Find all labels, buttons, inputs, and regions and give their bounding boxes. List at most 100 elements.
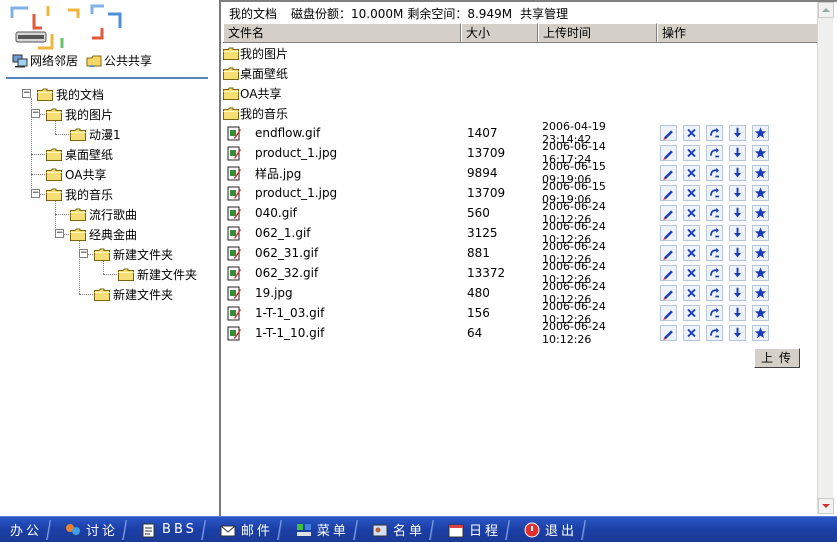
tree-node[interactable]: 桌面壁纸 — [46, 144, 113, 164]
edit-button[interactable] — [660, 305, 677, 321]
download-button[interactable] — [729, 165, 746, 181]
edit-button[interactable] — [660, 185, 677, 201]
tree-node[interactable]: OA共享 — [46, 164, 106, 184]
scroll-up-button[interactable] — [818, 2, 834, 18]
favorite-button[interactable] — [752, 185, 769, 201]
download-button[interactable] — [729, 145, 746, 161]
delete-button[interactable] — [683, 205, 700, 221]
folder-row[interactable]: 桌面壁纸 — [223, 63, 818, 83]
tree-node[interactable]: 新建文件夹 — [94, 244, 173, 264]
vertical-scrollbar[interactable] — [817, 2, 834, 514]
taskbar-menu-button[interactable]: 菜单 — [285, 519, 361, 541]
folder-name[interactable]: OA共享 — [240, 85, 281, 102]
edit-button[interactable] — [660, 285, 677, 301]
delete-button[interactable] — [683, 225, 700, 241]
folder-name[interactable]: 我的图片 — [240, 45, 288, 62]
file-name[interactable]: 1-T-1_03.gif — [255, 306, 324, 320]
rename-button[interactable] — [706, 325, 723, 341]
folder-row[interactable]: 我的图片 — [223, 43, 818, 63]
taskbar-calendar-button[interactable]: 日程 — [437, 519, 513, 541]
favorite-button[interactable] — [752, 325, 769, 341]
delete-button[interactable] — [683, 125, 700, 141]
favorite-button[interactable] — [752, 285, 769, 301]
favorite-button[interactable] — [752, 145, 769, 161]
download-button[interactable] — [729, 205, 746, 221]
delete-button[interactable] — [683, 185, 700, 201]
file-name[interactable]: 040.gif — [255, 206, 297, 220]
folder-name[interactable]: 桌面壁纸 — [240, 65, 288, 82]
edit-button[interactable] — [660, 125, 677, 141]
upload-button[interactable]: 上传 — [754, 348, 800, 368]
tree-node[interactable]: 我的图片 — [46, 104, 113, 124]
header-upload-time[interactable]: 上传时间 — [538, 23, 657, 42]
edit-button[interactable] — [660, 145, 677, 161]
tree-node[interactable]: 我的文档 — [37, 84, 104, 104]
tree-node[interactable]: 动漫1 — [70, 124, 121, 144]
edit-button[interactable] — [660, 325, 677, 341]
favorite-button[interactable] — [752, 205, 769, 221]
taskbar-contacts-button[interactable]: 名单 — [361, 519, 437, 541]
favorite-button[interactable] — [752, 165, 769, 181]
file-name[interactable]: 062_32.gif — [255, 266, 318, 280]
file-name[interactable]: 19.jpg — [255, 286, 293, 300]
favorite-button[interactable] — [752, 265, 769, 281]
tree-collapse-toggle[interactable]: − — [31, 109, 40, 118]
folder-row[interactable]: OA共享 — [223, 83, 818, 103]
tree-collapse-toggle[interactable]: − — [31, 189, 40, 198]
tree-node[interactable]: 新建文件夹 — [94, 284, 173, 304]
header-filename[interactable]: 文件名 — [223, 23, 461, 42]
rename-button[interactable] — [706, 205, 723, 221]
edit-button[interactable] — [660, 245, 677, 261]
file-name[interactable]: 062_31.gif — [255, 246, 318, 260]
tree-collapse-toggle[interactable]: − — [79, 249, 88, 258]
download-button[interactable] — [729, 285, 746, 301]
edit-button[interactable] — [660, 265, 677, 281]
edit-button[interactable] — [660, 205, 677, 221]
rename-button[interactable] — [706, 245, 723, 261]
tree-node[interactable]: 流行歌曲 — [70, 204, 137, 224]
download-button[interactable] — [729, 125, 746, 141]
taskbar-exit-button[interactable]: 退出 — [513, 519, 589, 541]
tree-node[interactable]: 新建文件夹 — [118, 264, 197, 284]
favorite-button[interactable] — [752, 305, 769, 321]
edit-button[interactable] — [660, 225, 677, 241]
delete-button[interactable] — [683, 325, 700, 341]
rename-button[interactable] — [706, 305, 723, 321]
taskbar-mail-button[interactable]: 邮件 — [209, 519, 285, 541]
rename-button[interactable] — [706, 145, 723, 161]
rename-button[interactable] — [706, 165, 723, 181]
download-button[interactable] — [729, 185, 746, 201]
scroll-down-button[interactable] — [818, 498, 834, 514]
folder-name[interactable]: 我的音乐 — [240, 105, 288, 122]
favorite-button[interactable] — [752, 225, 769, 241]
taskbar-bbs-button[interactable]: BBS — [130, 519, 209, 541]
delete-button[interactable] — [683, 305, 700, 321]
favorite-button[interactable] — [752, 125, 769, 141]
file-name[interactable]: product_1.jpg — [255, 146, 337, 160]
taskbar-discussion-button[interactable]: 讨论 — [54, 519, 131, 541]
edit-button[interactable] — [660, 165, 677, 181]
delete-button[interactable] — [683, 285, 700, 301]
tree-node[interactable]: 我的音乐 — [46, 184, 113, 204]
file-name[interactable]: 样品.jpg — [255, 165, 301, 182]
rename-button[interactable] — [706, 285, 723, 301]
rename-button[interactable] — [706, 265, 723, 281]
delete-button[interactable] — [683, 165, 700, 181]
download-button[interactable] — [729, 325, 746, 341]
rename-button[interactable] — [706, 185, 723, 201]
header-size[interactable]: 大小 — [461, 23, 538, 42]
rename-button[interactable] — [706, 225, 723, 241]
delete-button[interactable] — [683, 145, 700, 161]
file-name[interactable]: product_1.jpg — [255, 186, 337, 200]
favorite-button[interactable] — [752, 245, 769, 261]
taskbar-office-button[interactable]: 办公 — [0, 519, 55, 541]
download-button[interactable] — [729, 305, 746, 321]
download-button[interactable] — [729, 245, 746, 261]
tree-node[interactable]: 经典金曲 — [70, 224, 137, 244]
download-button[interactable] — [729, 225, 746, 241]
file-name[interactable]: endflow.gif — [255, 126, 320, 140]
rename-button[interactable] — [706, 125, 723, 141]
file-name[interactable]: 062_1.gif — [255, 226, 311, 240]
download-button[interactable] — [729, 265, 746, 281]
tree-collapse-toggle[interactable]: − — [55, 229, 64, 238]
